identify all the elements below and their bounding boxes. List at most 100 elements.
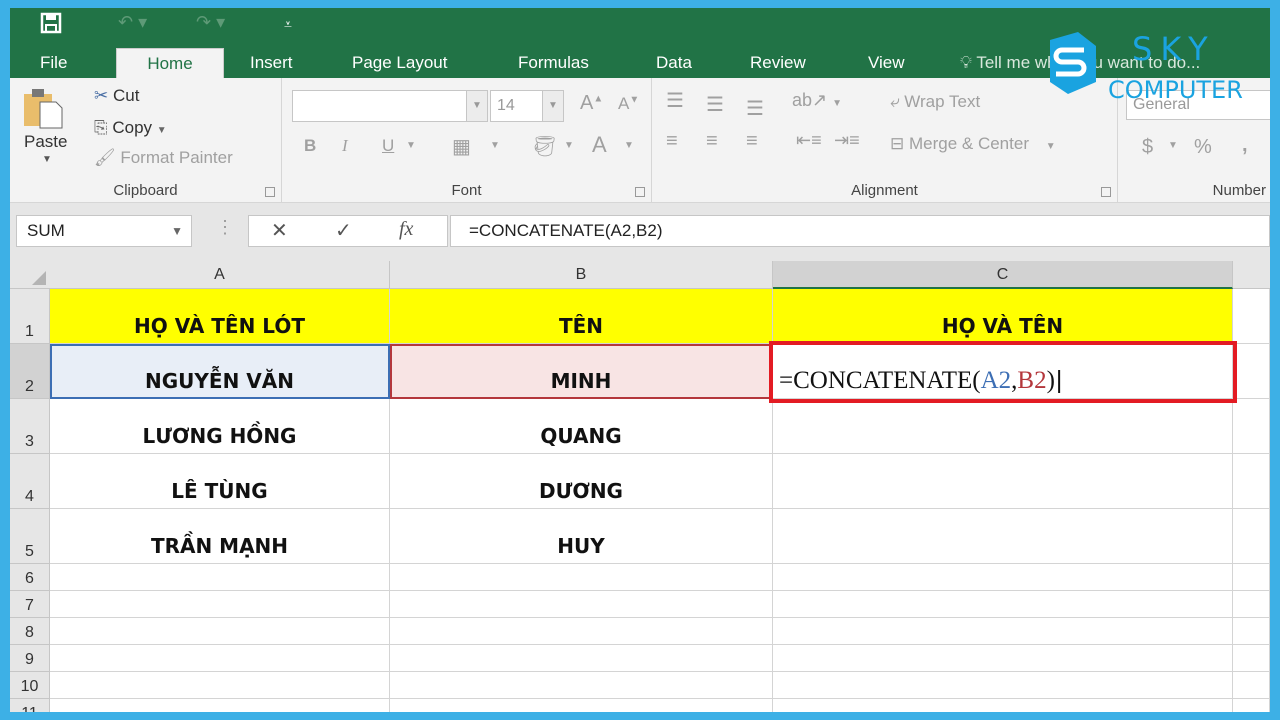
borders-dropdown-icon[interactable]: ▼ bbox=[490, 140, 500, 151]
increase-indent-icon[interactable]: ⇥≡ bbox=[834, 130, 860, 151]
cut-button[interactable]: ✂ Cut bbox=[94, 86, 139, 106]
cell-a6[interactable] bbox=[50, 564, 390, 591]
cell-c3[interactable] bbox=[773, 399, 1233, 454]
select-all-button[interactable] bbox=[10, 261, 50, 289]
bold-button[interactable]: B bbox=[304, 136, 316, 156]
tab-formulas[interactable]: Formulas bbox=[508, 48, 599, 78]
align-top-icon[interactable]: ☰ bbox=[666, 88, 684, 113]
align-right-icon[interactable]: ≡ bbox=[746, 130, 758, 153]
row-header-10[interactable]: 10 bbox=[10, 672, 50, 699]
align-middle-icon[interactable]: ☰ bbox=[706, 92, 724, 117]
row-header-5[interactable]: 5 bbox=[10, 509, 50, 564]
paste-button[interactable]: Paste bbox=[24, 132, 67, 152]
row-header-1[interactable]: 1 bbox=[10, 289, 50, 344]
cell-d11[interactable] bbox=[1233, 699, 1270, 712]
italic-button[interactable]: I bbox=[342, 136, 348, 156]
row-header-11[interactable]: 11 bbox=[10, 699, 50, 712]
merge-center-button[interactable]: ⊟ Merge & Center ▼ bbox=[890, 134, 1056, 154]
column-header-a[interactable]: A bbox=[50, 261, 390, 289]
row-header-4[interactable]: 4 bbox=[10, 454, 50, 509]
cell-a3[interactable]: LƯƠNG HỒNG bbox=[50, 399, 390, 454]
cell-b10[interactable] bbox=[390, 672, 773, 699]
cell-a4[interactable]: LÊ TÙNG bbox=[50, 454, 390, 509]
paste-icon[interactable] bbox=[22, 86, 66, 135]
tab-insert[interactable]: Insert bbox=[240, 48, 303, 78]
tab-page-layout[interactable]: Page Layout bbox=[342, 48, 457, 78]
tab-data[interactable]: Data bbox=[646, 48, 702, 78]
cancel-icon[interactable]: ✕ bbox=[271, 218, 288, 243]
copy-button[interactable]: ⎘ Copy ▼ bbox=[94, 118, 167, 138]
grow-font-button[interactable]: A▲ bbox=[580, 92, 603, 115]
cell-d3[interactable] bbox=[1233, 399, 1270, 454]
font-name-dropdown-icon[interactable]: ▼ bbox=[466, 90, 488, 122]
alignment-launcher-icon[interactable] bbox=[1101, 187, 1111, 197]
cell-a10[interactable] bbox=[50, 672, 390, 699]
shrink-font-button[interactable]: A▼ bbox=[618, 94, 639, 114]
cell-b6[interactable] bbox=[390, 564, 773, 591]
cell-c5[interactable] bbox=[773, 509, 1233, 564]
cell-c11[interactable] bbox=[773, 699, 1233, 712]
cell-a8[interactable] bbox=[50, 618, 390, 645]
customize-qat-icon[interactable]: ⩡ bbox=[284, 16, 292, 33]
row-header-8[interactable]: 8 bbox=[10, 618, 50, 645]
column-header-c[interactable]: C bbox=[773, 261, 1233, 289]
decrease-indent-icon[interactable]: ⇤≡ bbox=[796, 130, 822, 151]
tab-review[interactable]: Review bbox=[740, 48, 816, 78]
underline-button[interactable]: U bbox=[382, 136, 394, 156]
cell-a5[interactable]: TRẦN MẠNH bbox=[50, 509, 390, 564]
currency-button[interactable]: $ bbox=[1142, 136, 1153, 159]
cell-b5[interactable]: HUY bbox=[390, 509, 773, 564]
cell-c6[interactable] bbox=[773, 564, 1233, 591]
tab-home[interactable]: Home bbox=[116, 48, 224, 79]
cell-c4[interactable] bbox=[773, 454, 1233, 509]
percent-button[interactable]: % bbox=[1194, 136, 1212, 159]
font-launcher-icon[interactable] bbox=[635, 187, 645, 197]
cell-d10[interactable] bbox=[1233, 672, 1270, 699]
cell-b11[interactable] bbox=[390, 699, 773, 712]
font-color-dropdown-icon[interactable]: ▼ bbox=[624, 140, 634, 151]
cell-d8[interactable] bbox=[1233, 618, 1270, 645]
row-header-6[interactable]: 6 bbox=[10, 564, 50, 591]
align-bottom-icon[interactable]: ☰ bbox=[746, 96, 764, 121]
font-name-input[interactable] bbox=[292, 90, 488, 122]
orientation-icon[interactable]: ab↗ ▼ bbox=[792, 90, 842, 111]
cell-a9[interactable] bbox=[50, 645, 390, 672]
font-color-button[interactable]: A bbox=[592, 132, 607, 158]
cell-b9[interactable] bbox=[390, 645, 773, 672]
undo-icon[interactable]: ↶ ▾ bbox=[118, 12, 147, 33]
name-box-dropdown-icon[interactable]: ▼ bbox=[171, 216, 183, 246]
row-header-3[interactable]: 3 bbox=[10, 399, 50, 454]
align-left-icon[interactable]: ≡ bbox=[666, 130, 678, 153]
cell-b7[interactable] bbox=[390, 591, 773, 618]
cell-c1[interactable]: HỌ VÀ TÊN bbox=[773, 289, 1233, 344]
cell-b4[interactable]: DƯƠNG bbox=[390, 454, 773, 509]
cell-a7[interactable] bbox=[50, 591, 390, 618]
cell-d6[interactable] bbox=[1233, 564, 1270, 591]
cell-d4[interactable] bbox=[1233, 454, 1270, 509]
save-icon[interactable] bbox=[40, 12, 62, 39]
borders-icon[interactable]: ▦ bbox=[452, 134, 471, 159]
wrap-text-button[interactable]: ⤶ Wrap Text bbox=[890, 92, 980, 112]
tab-view[interactable]: View bbox=[858, 48, 915, 78]
paste-dropdown-icon[interactable]: ▼ bbox=[42, 154, 52, 165]
format-painter-button[interactable]: 🖌︎ Format Painter bbox=[94, 148, 233, 168]
cell-c9[interactable] bbox=[773, 645, 1233, 672]
cell-c8[interactable] bbox=[773, 618, 1233, 645]
cell-c10[interactable] bbox=[773, 672, 1233, 699]
tab-file[interactable]: File bbox=[30, 48, 77, 78]
redo-icon[interactable]: ↷ ▾ bbox=[196, 12, 225, 33]
name-box[interactable]: SUM ▼ bbox=[16, 215, 192, 247]
cell-d7[interactable] bbox=[1233, 591, 1270, 618]
cell-b8[interactable] bbox=[390, 618, 773, 645]
enter-icon[interactable]: ✓ bbox=[335, 218, 352, 243]
cell-d9[interactable] bbox=[1233, 645, 1270, 672]
cell-a11[interactable] bbox=[50, 699, 390, 712]
cell-d5[interactable] bbox=[1233, 509, 1270, 564]
currency-dropdown-icon[interactable]: ▼ bbox=[1168, 140, 1178, 151]
column-header-b[interactable]: B bbox=[390, 261, 773, 289]
cell-b3[interactable]: QUANG bbox=[390, 399, 773, 454]
clipboard-launcher-icon[interactable] bbox=[265, 187, 275, 197]
fill-color-icon[interactable]: 🪣︎ bbox=[532, 134, 557, 159]
align-center-icon[interactable]: ≡ bbox=[706, 130, 718, 153]
cell-edit-formula[interactable]: =CONCATENATE(A2,B2)| bbox=[779, 366, 1062, 395]
